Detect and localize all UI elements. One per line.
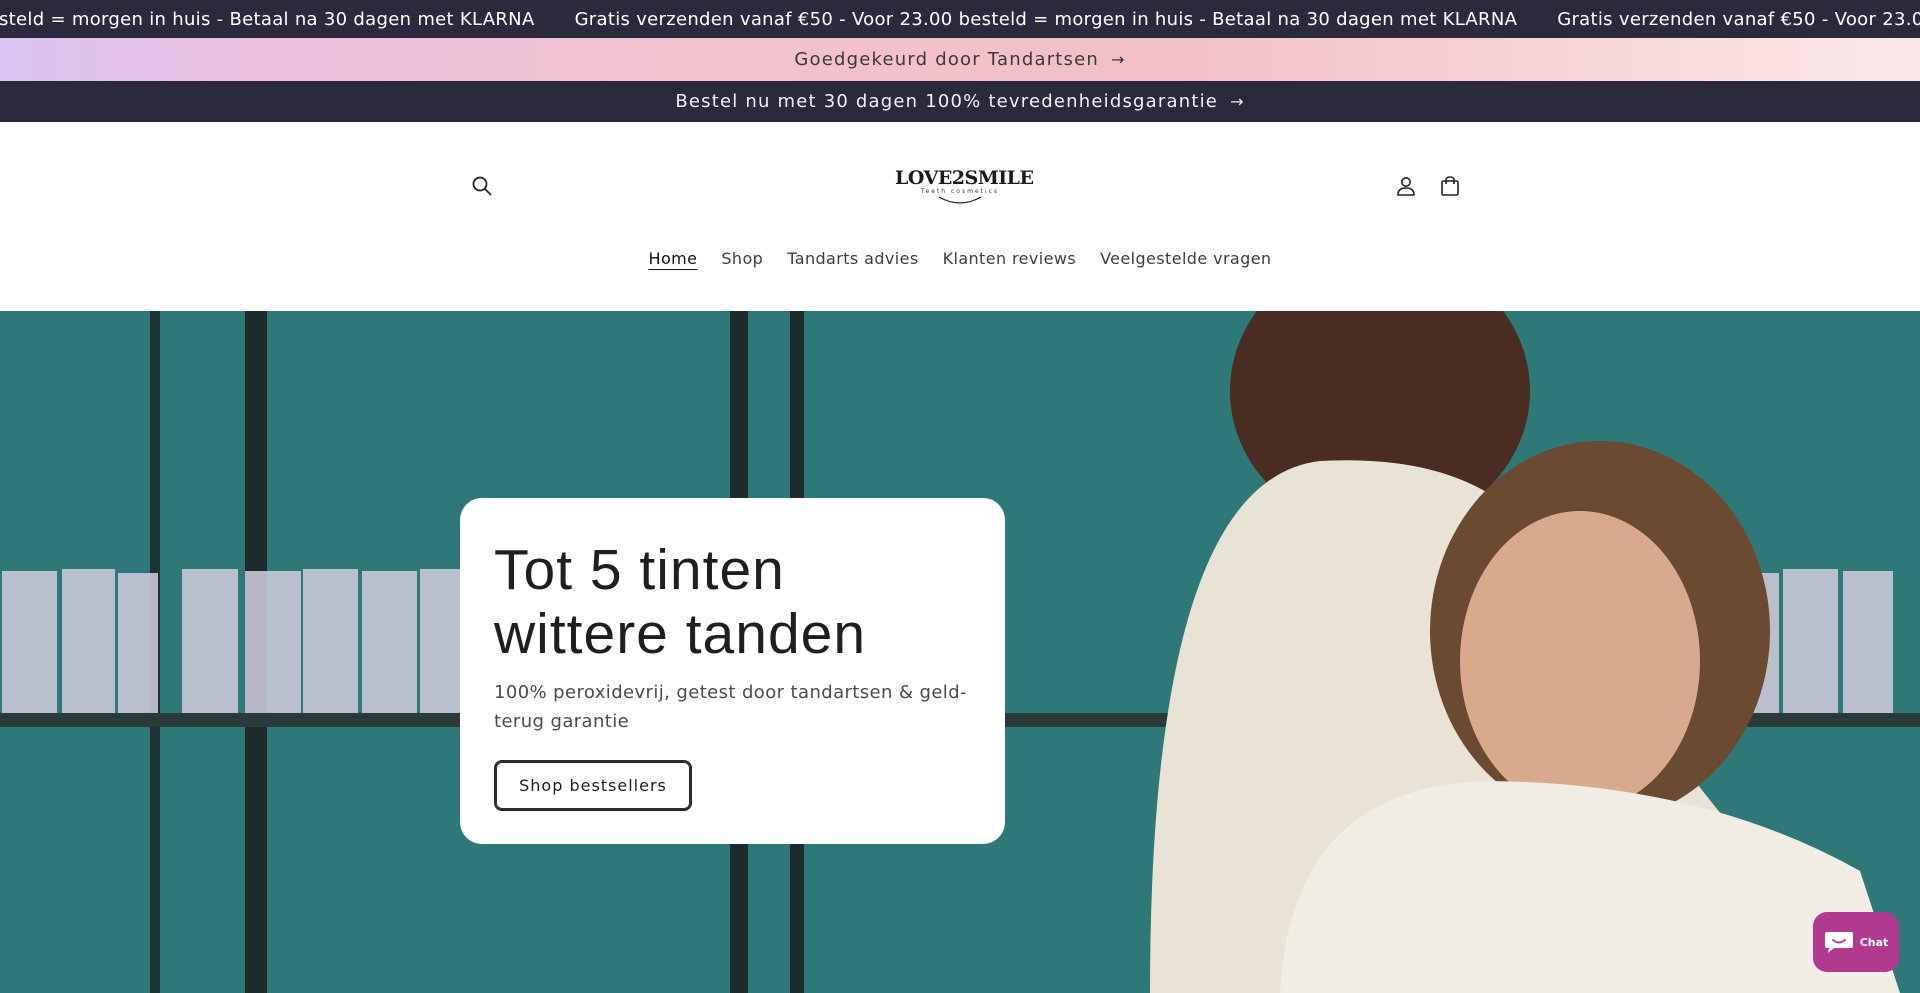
main-nav: Home Shop Tandarts advies Klanten review… <box>0 249 1920 268</box>
announcement-marquee: steld = morgen in huis - Betaal na 30 da… <box>0 0 1920 38</box>
arrow-right-icon: → <box>1111 50 1126 69</box>
nav-item-dentist-advice[interactable]: Tandarts advies <box>775 249 930 268</box>
logo-wordmark: LOVE2SMILE <box>895 167 1034 189</box>
hero-banner: Tot 5 tinten wittere tanden 100% peroxid… <box>0 311 1920 993</box>
smile-logo-icon <box>938 196 982 204</box>
shop-bestsellers-button[interactable]: Shop bestsellers <box>494 760 692 811</box>
hero-title: Tot 5 tinten wittere tanden <box>494 538 971 666</box>
marquee-item: steld = morgen in huis - Betaal na 30 da… <box>0 8 535 30</box>
announcement-dentists-label: Goedgekeurd door Tandartsen <box>794 49 1100 70</box>
marquee-item: Gratis verzenden vanaf €50 - Voor 23.00 … <box>1557 8 1920 30</box>
site-header: LOVE2SMILE Teeth cosmetics Home Shop Tan… <box>0 122 1920 311</box>
search-button[interactable] <box>467 171 497 201</box>
hero-subtitle: 100% peroxidevrij, getest door tandartse… <box>494 682 967 732</box>
nav-item-shop[interactable]: Shop <box>709 249 775 268</box>
chat-label: Chat <box>1859 935 1889 949</box>
hero-card: Tot 5 tinten wittere tanden 100% peroxid… <box>460 498 1005 844</box>
site-logo[interactable]: LOVE2SMILE Teeth cosmetics <box>895 167 1034 208</box>
marquee-item: Gratis verzenden vanaf €50 - Voor 23.00 … <box>574 8 1518 30</box>
announcement-guarantee[interactable]: Bestel nu met 30 dagen 100% tevredenheid… <box>0 81 1920 122</box>
logo-tagline: Teeth cosmetics <box>920 188 1000 195</box>
nav-item-home[interactable]: Home <box>637 249 710 268</box>
marquee-track: steld = morgen in huis - Betaal na 30 da… <box>0 0 1920 38</box>
user-icon <box>1397 177 1415 196</box>
arrow-right-icon: → <box>1230 92 1245 111</box>
hero-title-line-2: wittere tanden <box>494 602 867 666</box>
chat-button[interactable]: Chat <box>1813 912 1899 972</box>
cart-button[interactable] <box>1435 171 1465 201</box>
nav-item-reviews[interactable]: Klanten reviews <box>931 249 1088 268</box>
announcement-guarantee-label: Bestel nu met 30 dagen 100% tevredenheid… <box>675 91 1219 112</box>
chat-bubble-icon <box>1824 932 1853 953</box>
announcement-dentists[interactable]: Goedgekeurd door Tandartsen → <box>0 38 1920 81</box>
hero-title-line-1: Tot 5 tinten <box>494 538 785 602</box>
bag-icon <box>1441 176 1459 196</box>
nav-item-faq[interactable]: Veelgestelde vragen <box>1088 249 1283 268</box>
search-icon <box>472 176 492 196</box>
account-button[interactable] <box>1391 171 1421 201</box>
